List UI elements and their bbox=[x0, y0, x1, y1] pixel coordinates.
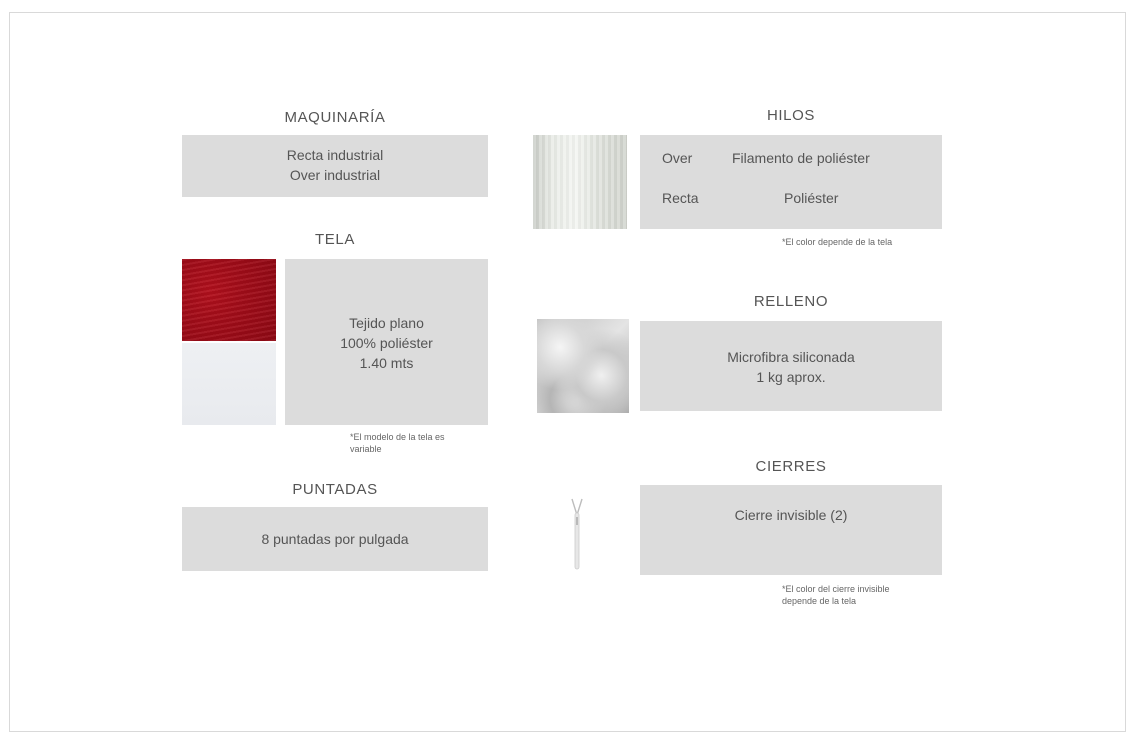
zipper-icon bbox=[571, 498, 583, 570]
relleno-heading: RELLENO bbox=[753, 293, 829, 310]
hilos-heading: HILOS bbox=[766, 107, 815, 124]
hilos-note: *El color depende de la tela bbox=[782, 237, 893, 247]
tela-line-1: Tejido plano bbox=[349, 315, 424, 331]
maquinaria-heading: MAQUINARÍA bbox=[284, 109, 386, 126]
tela-note-line-2: variable bbox=[350, 444, 382, 454]
cierres-box: Cierre invisible (2) bbox=[640, 485, 942, 575]
fabric-swatch-white bbox=[182, 343, 276, 425]
hilos-box: Over Filamento de poliéster Recta Poliés… bbox=[640, 135, 942, 229]
cierres-note: *El color del cierre invisible depende d… bbox=[782, 583, 952, 607]
cierres-note-line-1: *El color del cierre invisible bbox=[782, 584, 890, 594]
relleno-line-1: Microfibra siliconada bbox=[727, 349, 855, 365]
thread-spool-image bbox=[533, 135, 627, 229]
cierres-text: Cierre invisible (2) bbox=[734, 507, 848, 523]
fabric-swatch-red bbox=[182, 259, 276, 341]
puntadas-box: 8 puntadas por pulgada bbox=[182, 507, 488, 571]
hilos-row-label-recta: Recta bbox=[662, 190, 699, 206]
spec-sheet: MAQUINARÍA Recta industrial Over industr… bbox=[9, 12, 1126, 732]
hilos-row-value-recta: Poliéster bbox=[784, 190, 839, 206]
maquinaria-line-1: Recta industrial bbox=[286, 147, 384, 163]
tela-heading: TELA bbox=[315, 231, 355, 248]
tela-line-3: 1.40 mts bbox=[359, 355, 414, 371]
puntadas-text: 8 puntadas por pulgada bbox=[261, 531, 409, 547]
cierres-note-line-2: depende de la tela bbox=[782, 596, 857, 606]
hilos-row-value-over: Filamento de poliéster bbox=[732, 150, 870, 166]
relleno-line-2: 1 kg aprox. bbox=[756, 369, 826, 385]
hilos-row-label-over: Over bbox=[662, 150, 693, 166]
relleno-box: Microfibra siliconada 1 kg aprox. bbox=[640, 321, 942, 411]
puntadas-heading: PUNTADAS bbox=[292, 481, 378, 498]
zipper-image bbox=[565, 497, 589, 571]
tela-box: Tejido plano 100% poliéster 1.40 mts bbox=[285, 259, 488, 425]
maquinaria-box: Recta industrial Over industrial bbox=[182, 135, 488, 197]
filling-image bbox=[537, 319, 629, 413]
cierres-heading: CIERRES bbox=[755, 458, 827, 475]
tela-line-2: 100% poliéster bbox=[340, 335, 433, 351]
tela-note-line-1: *El modelo de la tela es bbox=[350, 432, 445, 442]
maquinaria-line-2: Over industrial bbox=[289, 167, 381, 183]
tela-note: *El modelo de la tela es variable bbox=[350, 431, 500, 455]
